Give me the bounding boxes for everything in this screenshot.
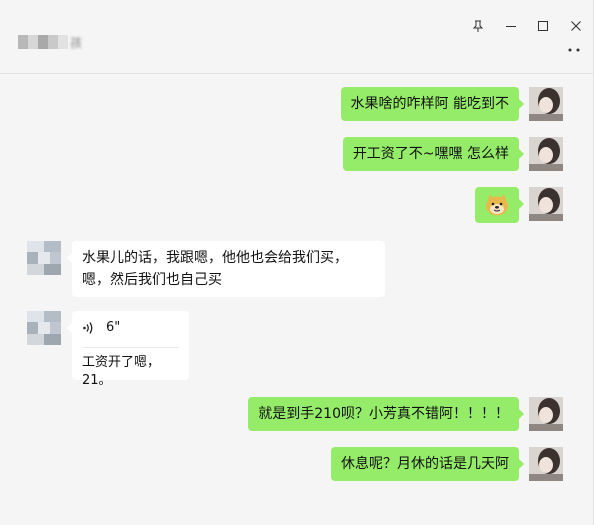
contact-name[interactable]: 孩	[18, 33, 82, 51]
voice-divider	[82, 347, 179, 348]
minimize-icon[interactable]	[501, 16, 521, 36]
avatar[interactable]	[529, 397, 563, 431]
message-bubble[interactable]: 开工资了不~嘿嘿 怎么样	[342, 137, 525, 171]
pixelated-name	[58, 35, 68, 49]
avatar[interactable]	[529, 87, 563, 121]
chat-window: 孩 水果啥的咋样阿 能吃到不 开工资了不~嘿嘿 怎么样 水果儿的话，我跟嗯，他他…	[0, 0, 594, 525]
message-text: 水果儿的话，我跟嗯，他他也会给我们买，嗯，然后我们也自己买	[82, 250, 348, 288]
avatar[interactable]	[27, 311, 61, 345]
pin-icon[interactable]	[468, 16, 488, 36]
message-text: 开工资了不~嘿嘿 怎么样	[352, 146, 509, 162]
message-text: 就是到手210呗？小芳真不错阿！！！！	[258, 406, 509, 422]
message-bubble[interactable]: 水果啥的咋样阿 能吃到不	[340, 87, 525, 121]
chat-title-bar: 孩	[0, 0, 594, 74]
message-text: 水果啥的咋样阿 能吃到不	[350, 96, 509, 112]
voice-message-line[interactable]: 6"	[82, 317, 179, 339]
voice-duration: 6"	[106, 320, 121, 335]
voice-wave-icon	[83, 322, 93, 334]
more-icon[interactable]	[564, 42, 584, 58]
voice-message-bubble[interactable]: 6" 工资开了嗯，21。	[67, 311, 189, 388]
message-bubble[interactable]: 水果儿的话，我跟嗯，他他也会给我们买，嗯，然后我们也自己买	[67, 241, 385, 297]
avatar[interactable]	[27, 241, 61, 275]
avatar[interactable]	[529, 447, 563, 481]
contact-name-tail: 孩	[70, 35, 83, 50]
message-bubble[interactable]: 就是到手210呗？小芳真不错阿！！！！	[248, 397, 524, 431]
avatar[interactable]	[529, 187, 563, 221]
voice-transcript: 工资开了嗯，21。	[82, 355, 161, 388]
pixelated-name	[48, 35, 58, 49]
pixelated-name	[38, 35, 48, 49]
message-bubble[interactable]: 休息呢？月休的话是几天阿	[331, 447, 524, 481]
doge-emoji	[486, 194, 508, 216]
message-text: 休息呢？月休的话是几天阿	[341, 456, 509, 472]
maximize-icon[interactable]	[533, 16, 553, 36]
avatar[interactable]	[529, 137, 563, 171]
pixelated-name	[18, 35, 28, 49]
pixelated-name	[28, 35, 38, 49]
close-icon[interactable]	[566, 16, 586, 36]
message-bubble[interactable]	[475, 187, 524, 223]
